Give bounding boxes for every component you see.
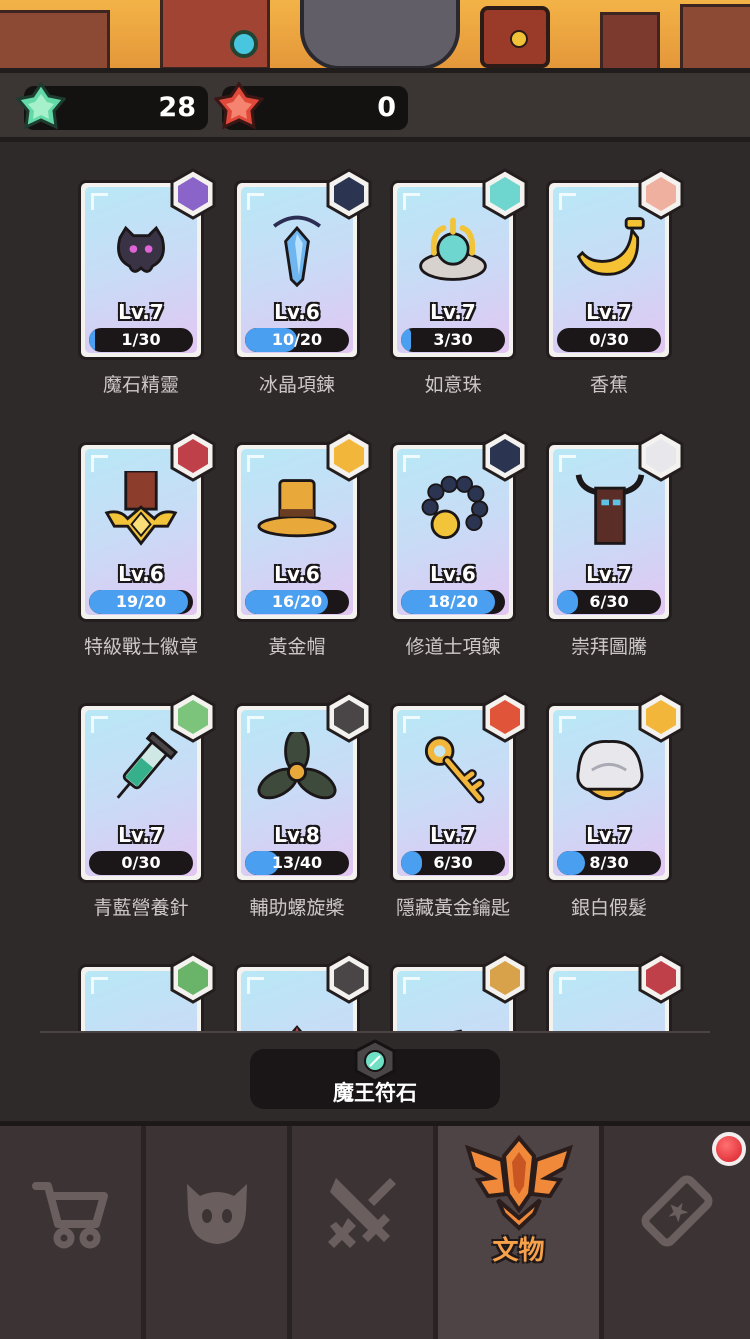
artifact-level: Lv.7 <box>430 300 476 324</box>
crossed-swords-icon <box>327 1178 396 1248</box>
ice-crystal-necklace-icon <box>273 215 321 288</box>
list-divider <box>40 1031 710 1033</box>
hero-badge-icon <box>482 952 528 1004</box>
artifact-level: Lv.7 <box>586 823 632 847</box>
totem-icon <box>575 474 645 545</box>
claw-pearl-icon <box>419 217 487 281</box>
hero-badge-icon <box>170 430 216 482</box>
wing-emblem-icon <box>464 1134 573 1231</box>
artifact-progress-bar: 0/30 <box>557 328 661 352</box>
artifact-progress-text: 19/20 <box>115 592 167 611</box>
tab-artifacts-label: 文物 <box>492 1236 545 1266</box>
hero-badge-icon <box>482 168 528 220</box>
artifact-progress-text: 8/30 <box>589 853 629 872</box>
ticket-icon <box>641 1175 713 1247</box>
hero-badge-icon <box>326 168 372 220</box>
tab-monster[interactable] <box>146 1126 292 1339</box>
artifact-progress-text: 18/20 <box>427 592 479 611</box>
green-gem-icon <box>16 82 66 130</box>
artifact-level: Lv.7 <box>586 562 632 586</box>
hero-badge-icon <box>482 691 528 743</box>
hero-badge-icon <box>326 952 372 1004</box>
artifact-progress-text: 16/20 <box>271 592 323 611</box>
golden-key-icon <box>424 736 485 804</box>
hero-badge-icon <box>638 952 684 1004</box>
artifact-progress-text: 6/30 <box>589 592 629 611</box>
artifact-level: Lv.8 <box>274 823 320 847</box>
artifact-grid[interactable]: Lv.7 1/30 魔石精靈 Lv.6 10/20 冰晶項鍊 Lv.7 3/30 如意珠 Lv.7… <box>0 147 750 1031</box>
hero-badge-icon <box>170 952 216 1004</box>
demon-face-icon <box>186 1184 247 1244</box>
artifact-progress-bar: 6/30 <box>557 590 661 614</box>
propeller-icon <box>257 732 337 800</box>
artifact-progress-bar: 16/20 <box>245 590 349 614</box>
hero-badge-icon <box>638 691 684 743</box>
red-gem-counter: 0 <box>214 82 408 130</box>
artifact-progress-bar: 19/20 <box>89 590 193 614</box>
artifact-level: Lv.6 <box>430 562 476 586</box>
red-gem-count: 0 <box>377 92 396 123</box>
artifact-level: Lv.7 <box>118 300 164 324</box>
demon-rune-button[interactable]: 魔王符石 <box>250 1039 500 1109</box>
tab-battle[interactable] <box>292 1126 438 1339</box>
artifact-progress-text: 6/30 <box>433 853 473 872</box>
bottom-nav: 文物 <box>0 1121 750 1339</box>
artifact-progress-text: 10/20 <box>271 330 323 349</box>
artifact-progress-text: 0/30 <box>589 330 629 349</box>
artifact-progress-text: 13/40 <box>271 853 323 872</box>
artifact-progress-bar: 3/30 <box>401 328 505 352</box>
artifact-progress-bar: 13/40 <box>245 851 349 875</box>
artifact-progress-text: 0/30 <box>121 853 161 872</box>
artifact-progress-text: 3/30 <box>433 330 473 349</box>
green-gem-count: 28 <box>158 92 196 123</box>
artifact-progress-bar: 0/30 <box>89 851 193 875</box>
ticket-notification-dot <box>712 1132 746 1166</box>
shadow-spirit-icon <box>117 225 165 273</box>
artifact-level: Lv.6 <box>274 300 320 324</box>
top-banner-scene <box>0 0 750 68</box>
artifact-name: 銀白假髮 <box>570 897 647 919</box>
artifact-level: Lv.7 <box>118 823 164 847</box>
hero-badge-icon <box>170 168 216 220</box>
artifact-progress-bar: 10/20 <box>245 328 349 352</box>
artifact-name: 崇拜圖騰 <box>570 636 647 658</box>
cart-icon <box>31 1182 108 1249</box>
banana-icon <box>576 217 645 276</box>
hero-badge-icon <box>638 430 684 482</box>
hero-badge-icon <box>326 691 372 743</box>
artifact-level: Lv.6 <box>274 562 320 586</box>
artifact-name: 香蕉 <box>589 374 628 396</box>
warrior-medal-icon <box>104 471 178 546</box>
artifact-progress-bar: 1/30 <box>89 328 193 352</box>
hero-badge-icon <box>170 691 216 743</box>
green-gem-counter: 28 <box>16 82 208 130</box>
artifact-level: Lv.7 <box>586 300 632 324</box>
artifact-progress-text: 1/30 <box>121 330 161 349</box>
tab-artifacts[interactable]: 文物 <box>438 1126 604 1339</box>
artifact-level: Lv.6 <box>118 562 164 586</box>
artifact-level: Lv.7 <box>430 823 476 847</box>
hero-badge-icon <box>482 430 528 482</box>
syringe-icon <box>116 732 178 799</box>
tab-shop[interactable] <box>0 1126 146 1339</box>
golden-hat-icon <box>257 479 337 538</box>
currency-bar: 28 0 <box>0 68 750 142</box>
red-gem-icon <box>214 82 264 130</box>
artifact-progress-bar: 8/30 <box>557 851 661 875</box>
artifact-progress-bar: 18/20 <box>401 590 505 614</box>
demon-rune-label: 魔王符石 <box>333 1081 417 1105</box>
hero-badge-icon <box>638 168 684 220</box>
hero-badge-icon <box>326 430 372 482</box>
monk-beads-icon <box>421 475 489 540</box>
artifact-progress-bar: 6/30 <box>401 851 505 875</box>
silver-wig-icon <box>576 740 644 801</box>
